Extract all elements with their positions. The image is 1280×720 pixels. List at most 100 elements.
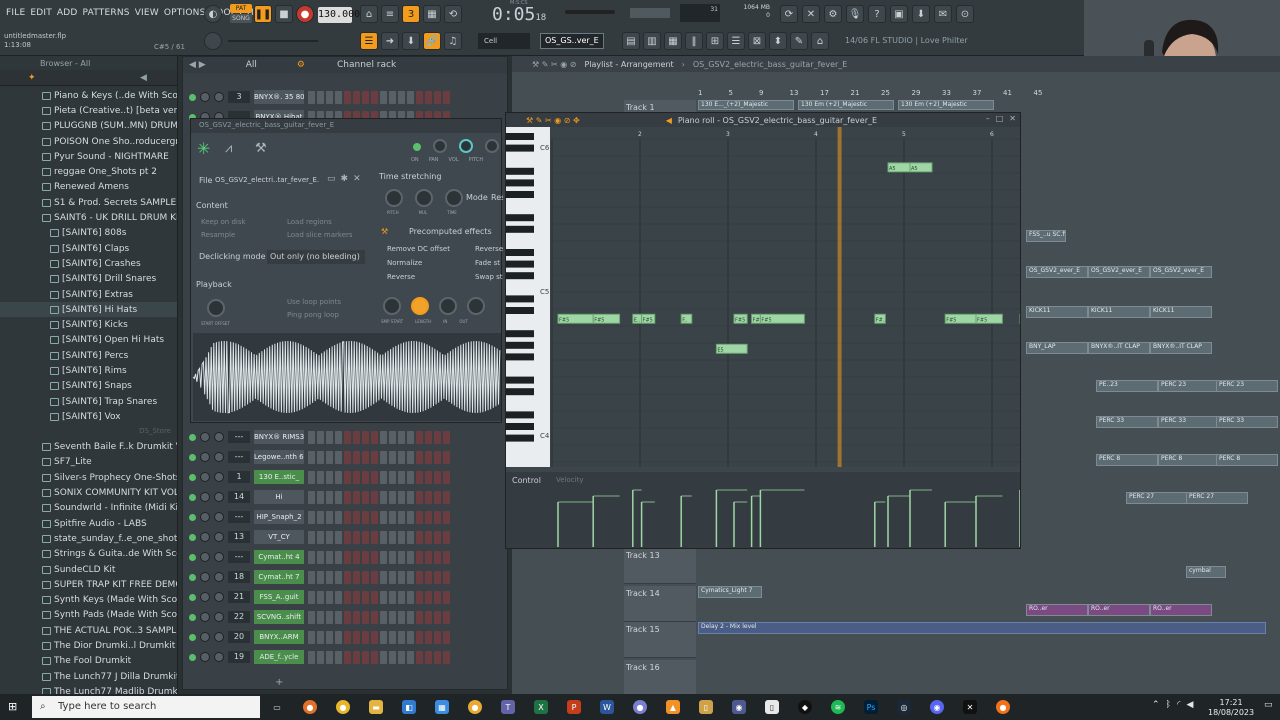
- channel-name-button[interactable]: FSS_A..guit: [254, 590, 304, 604]
- step-button[interactable]: [326, 530, 333, 544]
- browser-item[interactable]: [SAINT6] Vox: [0, 409, 177, 424]
- play-button[interactable]: ❚❚: [254, 5, 272, 23]
- channel-vol-knob[interactable]: [214, 512, 224, 522]
- channel-row[interactable]: 20 BNYX..ARM: [183, 627, 507, 647]
- channel-led[interactable]: [189, 493, 196, 501]
- playlist-clip[interactable]: PERC 33: [1216, 416, 1278, 428]
- arrow-right-icon[interactable]: ➜: [381, 32, 399, 50]
- channel-mixer-track[interactable]: 20: [228, 631, 250, 643]
- recent-files-icon[interactable]: ☰: [360, 32, 378, 50]
- menu-patterns[interactable]: PATTERNS: [83, 8, 130, 18]
- browser-item[interactable]: Spitfire Audio - LABS: [0, 516, 177, 531]
- browser-item[interactable]: SAINT6 - UK DRILL DRUM KIT: [0, 210, 177, 225]
- playlist-clip[interactable]: cymbal: [1186, 566, 1226, 578]
- step-button[interactable]: [443, 490, 450, 504]
- step-button[interactable]: [308, 490, 315, 504]
- browser-item[interactable]: SUPER TRAP KIT FREE DEMO: [0, 577, 177, 592]
- step-button[interactable]: [362, 90, 369, 104]
- reverse-polarity-toggle[interactable]: Reverse: [475, 245, 503, 253]
- browser-item[interactable]: [SAINT6] Crashes: [0, 256, 177, 271]
- step-button[interactable]: [407, 450, 414, 464]
- playlist-clip[interactable]: 130 Em (+2)_Majestic: [798, 100, 894, 110]
- normalize-toggle[interactable]: Normalize: [387, 259, 422, 267]
- steam-icon[interactable]: ◎: [897, 700, 911, 714]
- wifi-icon[interactable]: ◜: [1177, 700, 1181, 710]
- step-button[interactable]: [317, 630, 324, 644]
- star-icon[interactable]: ✱: [341, 174, 349, 184]
- step-button[interactable]: [380, 530, 387, 544]
- stop-button[interactable]: ■: [275, 5, 293, 23]
- channel-vol-knob[interactable]: [214, 652, 224, 662]
- step-button[interactable]: [398, 610, 405, 624]
- step-button[interactable]: [398, 630, 405, 644]
- channel-led[interactable]: [189, 613, 196, 621]
- black-key[interactable]: [506, 307, 534, 314]
- playlist-clip[interactable]: RO..er: [1026, 604, 1088, 616]
- step-button[interactable]: [389, 590, 396, 604]
- channel-row[interactable]: 22 SCVNG..shift: [183, 607, 507, 627]
- step-button[interactable]: [308, 530, 315, 544]
- wait-icon[interactable]: ≡: [381, 5, 399, 23]
- browser-item[interactable]: [SAINT6] Open Hi Hats: [0, 333, 177, 348]
- pan-knob[interactable]: [433, 139, 447, 153]
- mixer-window-icon[interactable]: ‖: [685, 32, 703, 50]
- capcut-icon[interactable]: ✕: [963, 700, 977, 714]
- channel-pan-knob[interactable]: [200, 472, 210, 482]
- step-button[interactable]: [443, 550, 450, 564]
- firefox-icon[interactable]: ●: [303, 700, 317, 714]
- step-button[interactable]: [443, 90, 450, 104]
- step-button[interactable]: [353, 570, 360, 584]
- step-button[interactable]: [416, 630, 423, 644]
- step-button[interactable]: [317, 430, 324, 444]
- step-button[interactable]: [344, 650, 351, 664]
- channel-pan-knob[interactable]: [200, 552, 210, 562]
- browser-item[interactable]: Synth Keys (Made With Scorch): [0, 593, 177, 608]
- pitch-knob[interactable]: [485, 139, 499, 153]
- track-header-14[interactable]: Track 14: [624, 586, 696, 622]
- rack-filter[interactable]: All: [246, 60, 257, 70]
- browser-icon[interactable]: ☰: [727, 32, 745, 50]
- channel-vol-knob[interactable]: [214, 532, 224, 542]
- channel-vol-knob[interactable]: [214, 92, 224, 102]
- step-button[interactable]: [335, 590, 342, 604]
- on-led[interactable]: [413, 143, 421, 151]
- channel-pan-knob[interactable]: [200, 632, 210, 642]
- step-button[interactable]: [353, 510, 360, 524]
- swap-stereo-toggle[interactable]: Swap st: [475, 273, 503, 281]
- step-button[interactable]: [443, 510, 450, 524]
- smp-start-knob[interactable]: [383, 297, 401, 315]
- reverse-toggle[interactable]: Reverse: [387, 273, 415, 281]
- step-button[interactable]: [353, 450, 360, 464]
- channel-vol-knob[interactable]: [214, 572, 224, 582]
- record-button[interactable]: ●: [296, 5, 314, 23]
- step-button[interactable]: [425, 570, 432, 584]
- vol-knob[interactable]: [459, 139, 473, 153]
- playlist-clip[interactable]: PERC 8: [1216, 454, 1278, 466]
- taskbar-clock[interactable]: 17:21 18/08/2023: [1208, 698, 1254, 718]
- step-button[interactable]: [398, 450, 405, 464]
- browser-item[interactable]: [SAINT6] Snaps: [0, 379, 177, 394]
- step-button[interactable]: [344, 90, 351, 104]
- powerpoint-icon[interactable]: P: [567, 700, 581, 714]
- channel-vol-knob[interactable]: [214, 472, 224, 482]
- length-knob[interactable]: [411, 297, 429, 315]
- playlist-clip[interactable]: RO..er: [1088, 604, 1150, 616]
- playlist-clip[interactable]: BNY_LAP: [1026, 342, 1088, 354]
- step-button[interactable]: [434, 90, 441, 104]
- step-button[interactable]: [371, 590, 378, 604]
- step-button[interactable]: [362, 610, 369, 624]
- clip-delay-automation[interactable]: Delay 2 - Mix level: [698, 622, 1266, 634]
- step-button[interactable]: [344, 450, 351, 464]
- step-button[interactable]: [335, 610, 342, 624]
- channel-name-button[interactable]: SCVNG..shift: [254, 610, 304, 624]
- browser-item[interactable]: Synth Pads (Made With Scorch): [0, 608, 177, 623]
- tempo-display[interactable]: 130.000: [318, 7, 360, 23]
- step-button[interactable]: [434, 490, 441, 504]
- channel-led[interactable]: [189, 93, 196, 101]
- playlist-clip[interactable]: 130 Em (+2)_Majestic: [898, 100, 994, 110]
- spotify-icon[interactable]: ≋: [831, 700, 845, 714]
- clip-cymatics[interactable]: Cymatics_Light 7: [698, 586, 762, 598]
- channel-pan-knob[interactable]: [200, 652, 210, 662]
- step-button[interactable]: [389, 530, 396, 544]
- undo-icon[interactable]: ⟳: [780, 5, 798, 23]
